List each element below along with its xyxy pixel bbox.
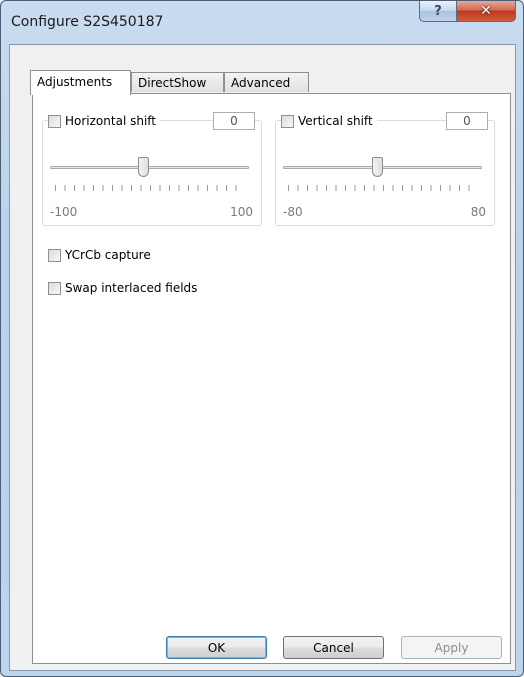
horizontal-shift-header: Horizontal shift 0 [48,112,255,130]
apply-button[interactable]: Apply [401,636,502,659]
vertical-shift-header: Vertical shift 0 [281,112,488,130]
horizontal-shift-group: Horizontal shift 0 -100 100 [42,112,262,226]
ycrcb-capture-label: YCrCb capture [65,248,151,262]
horizontal-shift-thumb[interactable] [138,157,149,177]
horizontal-shift-value[interactable]: 0 [213,112,255,130]
horizontal-shift-min: -100 [50,205,78,219]
cancel-button[interactable]: Cancel [283,636,384,659]
swap-interlaced-checkbox[interactable] [48,281,61,295]
swap-interlaced-option[interactable]: Swap interlaced fields [48,281,197,295]
vertical-shift-thumb[interactable] [372,157,383,177]
horizontal-shift-max: 100 [230,205,253,219]
help-button[interactable]: ? [419,1,457,22]
ycrcb-capture-checkbox[interactable] [48,248,61,262]
ycrcb-capture-option[interactable]: YCrCb capture [48,248,151,262]
vertical-shift-max: 80 [470,205,486,219]
horizontal-shift-ticks [55,185,244,191]
horizontal-shift-slider[interactable] [50,166,249,169]
vertical-shift-group: Vertical shift 0 -80 80 [275,112,495,226]
tab-directshow[interactable]: DirectShow [131,72,224,92]
tab-advanced[interactable]: Advanced [224,72,309,92]
vertical-shift-ticks [288,185,477,191]
help-icon: ? [434,3,442,19]
vertical-shift-checkbox[interactable] [281,114,294,128]
ok-button[interactable]: OK [166,636,267,659]
swap-interlaced-label: Swap interlaced fields [65,281,198,295]
vertical-shift-value[interactable]: 0 [446,112,488,130]
close-button[interactable]: ✕ [457,1,516,22]
tab-panel-adjustments: Horizontal shift 0 -100 100 Vertical shi… [32,93,511,664]
tab-adjustments[interactable]: Adjustments [30,70,131,95]
close-icon: ✕ [480,3,492,19]
caption-buttons: ? ✕ [419,1,516,22]
vertical-shift-min: -80 [283,205,303,219]
dialog-client-area: Adjustments DirectShow Advanced Horizont… [9,44,516,671]
dialog-window: Configure S2S450187 ? ✕ Adjustments Dire… [0,0,524,677]
vertical-shift-label: Vertical shift [298,114,373,128]
horizontal-shift-checkbox[interactable] [48,114,61,128]
horizontal-shift-label: Horizontal shift [65,114,156,128]
window-title: Configure S2S450187 [11,14,164,30]
